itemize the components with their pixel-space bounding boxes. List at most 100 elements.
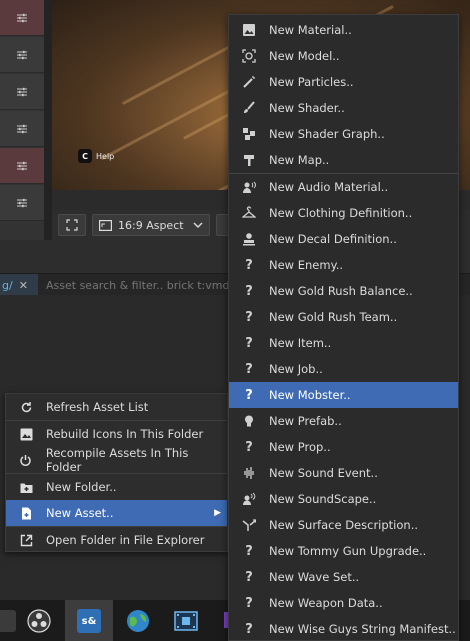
taskbar-app-obs[interactable] bbox=[22, 604, 56, 638]
external-link-icon bbox=[20, 534, 32, 546]
panel-splitter[interactable] bbox=[44, 0, 52, 240]
question-icon: ? bbox=[245, 569, 253, 585]
menu-item-new-folder[interactable]: New Folder.. bbox=[6, 474, 227, 500]
brush-icon bbox=[244, 101, 255, 113]
submenu-item-new-item[interactable]: ? New Item.. bbox=[229, 330, 458, 356]
path-chip[interactable]: g/ ✕ bbox=[0, 274, 38, 296]
wand-icon bbox=[243, 76, 255, 88]
submenu-item-label: New Wise Guys String Manifest.. bbox=[269, 622, 456, 636]
question-icon: ? bbox=[245, 543, 253, 559]
menu-item-open-in-explorer[interactable]: Open Folder in File Explorer bbox=[6, 527, 227, 553]
submenu-item-new-enemy[interactable]: ? New Enemy.. bbox=[229, 252, 458, 278]
submenu-item-new-gold-rush-balance[interactable]: ? New Gold Rush Balance.. bbox=[229, 278, 458, 304]
property-row[interactable] bbox=[0, 111, 44, 147]
submenu-item-label: New Shader.. bbox=[269, 101, 345, 115]
image-icon bbox=[243, 24, 255, 36]
help-label: Help bbox=[96, 151, 115, 161]
taskbar-app-globe[interactable] bbox=[121, 604, 155, 638]
property-row[interactable] bbox=[0, 74, 44, 110]
question-icon: ? bbox=[245, 257, 253, 273]
submenu-item-label: New Model.. bbox=[269, 49, 340, 63]
property-rows-strip bbox=[0, 0, 44, 240]
submenu-item-new-wise-guys-string-manifest[interactable]: ? New Wise Guys String Manifest.. bbox=[229, 616, 458, 641]
submenu-item-new-wave-set[interactable]: ? New Wave Set.. bbox=[229, 564, 458, 590]
refresh-icon bbox=[21, 401, 31, 412]
submenu-item-label: New Weapon Data.. bbox=[269, 596, 383, 610]
submenu-item-new-particles[interactable]: New Particles.. bbox=[229, 69, 458, 95]
submenu-item-label: New Wave Set.. bbox=[269, 570, 360, 584]
property-row[interactable] bbox=[0, 148, 44, 184]
submenu-item-new-job[interactable]: ? New Job.. bbox=[229, 356, 458, 382]
sliders-icon bbox=[17, 124, 27, 133]
aspect-label: 16:9 Aspect bbox=[118, 218, 184, 232]
question-icon: ? bbox=[245, 283, 253, 299]
property-row[interactable] bbox=[0, 37, 44, 73]
submenu-item-new-prop[interactable]: ? New Prop.. bbox=[229, 434, 458, 460]
taskbar-app-dark[interactable] bbox=[0, 604, 22, 638]
submenu-item-new-material[interactable]: New Material.. bbox=[229, 17, 458, 43]
menu-item-label: New Folder.. bbox=[46, 480, 117, 494]
submenu-item-label: New Audio Material.. bbox=[269, 180, 389, 194]
submenu-item-new-decal-definition[interactable]: New Decal Definition.. bbox=[229, 226, 458, 252]
submenu-item-new-gold-rush-team[interactable]: ? New Gold Rush Team.. bbox=[229, 304, 458, 330]
menu-item-label: Rebuild Icons In This Folder bbox=[46, 427, 204, 441]
aspect-dropdown[interactable]: 16:9 Aspect bbox=[92, 214, 210, 236]
submenu-item-label: New Particles.. bbox=[269, 75, 354, 89]
hanger-icon bbox=[242, 206, 256, 218]
submenu-item-label: New Clothing Definition.. bbox=[269, 206, 413, 220]
submenu-item-new-surface-description[interactable]: New Surface Description.. bbox=[229, 512, 458, 538]
lightbulb-icon bbox=[245, 415, 253, 427]
menu-item-refresh-asset-list[interactable]: Refresh Asset List bbox=[6, 394, 227, 420]
property-row[interactable] bbox=[0, 0, 44, 36]
submenu-item-label: New Map.. bbox=[269, 153, 330, 167]
menu-item-recompile-assets[interactable]: Recompile Assets In This Folder bbox=[6, 446, 227, 474]
submenu-item-label: New Gold Rush Team.. bbox=[269, 310, 398, 324]
new-folder-icon bbox=[20, 483, 32, 493]
fullscreen-button[interactable] bbox=[58, 214, 86, 236]
fullscreen-icon bbox=[66, 219, 78, 231]
menu-item-new-asset[interactable]: New Asset.. ▶ bbox=[6, 500, 227, 526]
question-icon: ? bbox=[245, 621, 253, 637]
chevron-down-icon bbox=[193, 222, 203, 228]
submenu-item-label: New Item.. bbox=[269, 336, 332, 350]
question-icon: ? bbox=[245, 361, 253, 377]
menu-item-label: Open Folder in File Explorer bbox=[46, 533, 205, 547]
taskbar-app-video[interactable] bbox=[169, 604, 203, 638]
submenu-item-new-shader-graph[interactable]: New Shader Graph.. bbox=[229, 121, 458, 147]
submenu-item-new-sound-event[interactable]: New Sound Event.. bbox=[229, 460, 458, 486]
sliders-icon bbox=[17, 161, 27, 170]
submenu-item-new-shader[interactable]: New Shader.. bbox=[229, 95, 458, 121]
waveform-icon bbox=[244, 467, 254, 479]
app-square-icon bbox=[0, 610, 16, 632]
property-row[interactable] bbox=[0, 185, 44, 221]
submenu-item-new-map[interactable]: New Map.. bbox=[229, 147, 458, 173]
submenu-item-new-soundscape[interactable]: New SoundScape.. bbox=[229, 486, 458, 512]
menu-item-label: Refresh Asset List bbox=[46, 400, 149, 414]
path-chip-label: g/ bbox=[2, 278, 13, 292]
model-icon bbox=[242, 49, 256, 63]
help-hint[interactable]: C Help bbox=[78, 149, 114, 163]
submenu-item-new-mobster[interactable]: ? New Mobster.. bbox=[229, 382, 458, 408]
question-icon: ? bbox=[245, 595, 253, 611]
close-icon[interactable]: ✕ bbox=[19, 279, 28, 292]
question-icon: ? bbox=[245, 439, 253, 455]
submenu-item-new-model[interactable]: New Model.. bbox=[229, 43, 458, 69]
power-icon bbox=[20, 454, 32, 466]
question-icon: ? bbox=[245, 309, 253, 325]
submenu-item-new-weapon-data[interactable]: ? New Weapon Data.. bbox=[229, 590, 458, 616]
hammer-icon bbox=[244, 155, 254, 166]
sliders-icon bbox=[17, 13, 27, 22]
menu-item-label: Recompile Assets In This Folder bbox=[45, 446, 189, 474]
submenu-item-label: New Tommy Gun Upgrade.. bbox=[269, 544, 427, 558]
obs-icon bbox=[27, 609, 51, 633]
menu-item-rebuild-icons[interactable]: Rebuild Icons In This Folder bbox=[6, 421, 227, 447]
submenu-item-new-prefab[interactable]: New Prefab.. bbox=[229, 408, 458, 434]
submenu-item-new-tommy-gun-upgrade[interactable]: ? New Tommy Gun Upgrade.. bbox=[229, 538, 458, 564]
submenu-item-new-audio-material[interactable]: New Audio Material.. bbox=[229, 174, 458, 200]
sliders-icon bbox=[17, 198, 27, 207]
aspect-icon bbox=[99, 219, 112, 231]
taskbar-app-sbox[interactable]: s& bbox=[72, 604, 106, 638]
submenu-item-new-clothing-definition[interactable]: New Clothing Definition.. bbox=[229, 200, 458, 226]
menu-item-label: New Asset.. bbox=[46, 506, 114, 520]
image-icon bbox=[20, 428, 32, 440]
